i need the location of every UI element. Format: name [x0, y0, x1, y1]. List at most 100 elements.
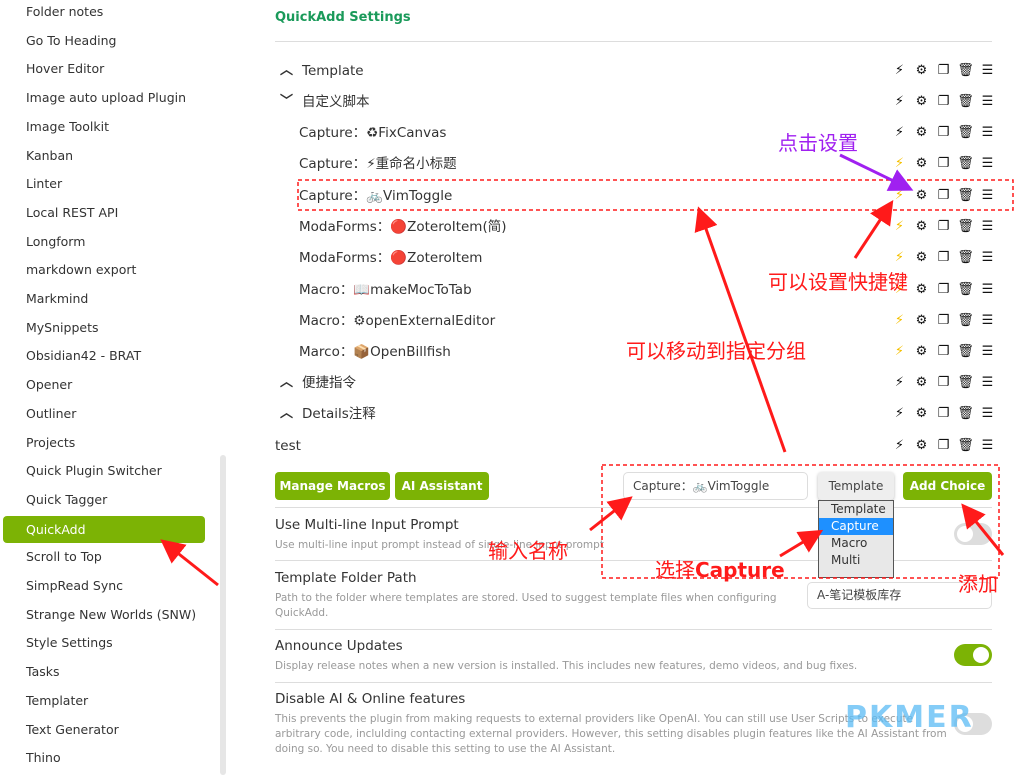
drag-handle-icon[interactable]: ☰	[979, 187, 996, 204]
duplicate-icon[interactable]: ❐	[935, 405, 952, 422]
gear-icon[interactable]: ⚙	[913, 62, 930, 79]
choice-row[interactable]: Capture：🚲VimToggle ⚡ ⚙ ❐ 🗑 ☰	[275, 184, 995, 208]
sidebar-item[interactable]: Thino	[26, 748, 61, 768]
choice-row[interactable]: Capture：♻FixCanvas ⚡ ⚙ ❐ 🗑 ☰	[275, 121, 995, 145]
option-macro[interactable]: Macro	[819, 535, 893, 552]
trash-icon[interactable]: 🗑	[957, 155, 974, 172]
choice-type-dropdown[interactable]: Template Capture Macro Multi	[818, 500, 894, 578]
duplicate-icon[interactable]: ❐	[935, 312, 952, 329]
sidebar-item[interactable]: Strange New Worlds (SNW)	[26, 605, 196, 625]
bolt-icon[interactable]: ⚡	[891, 374, 908, 391]
drag-handle-icon[interactable]: ☰	[979, 312, 996, 329]
sidebar-item[interactable]: SimpRead Sync	[26, 576, 123, 596]
duplicate-icon[interactable]: ❐	[935, 124, 952, 141]
drag-handle-icon[interactable]: ☰	[979, 405, 996, 422]
bolt-icon[interactable]: ⚡	[891, 312, 908, 329]
bolt-icon[interactable]: ⚡	[891, 93, 908, 110]
trash-icon[interactable]: 🗑	[957, 62, 974, 79]
sidebar-item[interactable]: Kanban	[26, 146, 73, 166]
trash-icon[interactable]: 🗑	[957, 343, 974, 360]
bolt-icon[interactable]: ⚡	[891, 187, 908, 204]
drag-handle-icon[interactable]: ☰	[979, 93, 996, 110]
chevron-up-icon[interactable]: ︿	[280, 59, 293, 83]
drag-handle-icon[interactable]: ☰	[979, 155, 996, 172]
sidebar-scrollbar[interactable]	[220, 455, 226, 775]
bolt-icon[interactable]: ⚡	[891, 155, 908, 172]
sidebar-item[interactable]: Image auto upload Plugin	[26, 88, 186, 108]
sidebar-item[interactable]: Longform	[26, 232, 85, 252]
duplicate-icon[interactable]: ❐	[935, 187, 952, 204]
duplicate-icon[interactable]: ❐	[935, 93, 952, 110]
sidebar-item[interactable]: Opener	[26, 375, 72, 395]
trash-icon[interactable]: 🗑	[957, 187, 974, 204]
trash-icon[interactable]: 🗑	[957, 249, 974, 266]
drag-handle-icon[interactable]: ☰	[979, 374, 996, 391]
drag-handle-icon[interactable]: ☰	[979, 218, 996, 235]
choice-type-select[interactable]: Template	[818, 472, 894, 500]
option-capture[interactable]: Capture	[819, 518, 893, 535]
duplicate-icon[interactable]: ❐	[935, 343, 952, 360]
choice-row[interactable]: Macro：⚙openExternalEditor ⚡ ⚙ ❐ 🗑 ☰	[275, 309, 995, 333]
gear-icon[interactable]: ⚙	[913, 405, 930, 422]
sidebar-item[interactable]: Outliner	[26, 404, 76, 424]
sidebar-item[interactable]: Go To Heading	[26, 31, 116, 51]
trash-icon[interactable]: 🗑	[957, 405, 974, 422]
drag-handle-icon[interactable]: ☰	[979, 62, 996, 79]
choice-name-input[interactable]: Capture：🚲VimToggle	[623, 472, 808, 500]
sidebar-item[interactable]: Local REST API	[26, 203, 118, 223]
choice-row[interactable]: ︿ Template ⚡ ⚙ ❐ 🗑 ☰	[275, 59, 995, 83]
option-multi[interactable]: Multi	[819, 552, 893, 569]
sidebar-item[interactable]: MySnippets	[26, 318, 99, 338]
drag-handle-icon[interactable]: ☰	[979, 124, 996, 141]
chevron-up-icon[interactable]: ︿	[280, 371, 293, 395]
sidebar-item[interactable]: Templater	[26, 691, 88, 711]
trash-icon[interactable]: 🗑	[957, 93, 974, 110]
sidebar-item[interactable]: Obsidian42 - BRAT	[26, 346, 141, 366]
bolt-icon[interactable]: ⚡	[891, 437, 908, 454]
duplicate-icon[interactable]: ❐	[935, 374, 952, 391]
trash-icon[interactable]: 🗑	[957, 374, 974, 391]
sidebar-item[interactable]: Image Toolkit	[26, 117, 109, 137]
gear-icon[interactable]: ⚙	[913, 343, 930, 360]
sidebar-item[interactable]: Linter	[26, 174, 62, 194]
gear-icon[interactable]: ⚙	[913, 124, 930, 141]
ai-assistant-button[interactable]: AI Assistant	[395, 472, 489, 500]
gear-icon[interactable]: ⚙	[913, 93, 930, 110]
bolt-icon[interactable]: ⚡	[891, 343, 908, 360]
duplicate-icon[interactable]: ❐	[935, 281, 952, 298]
sidebar-item[interactable]: Folder notes	[26, 2, 103, 22]
sidebar-item[interactable]: Text Generator	[26, 720, 119, 740]
sidebar-item[interactable]: Quick Tagger	[26, 490, 107, 510]
sidebar-item[interactable]: Projects	[26, 433, 75, 453]
choice-row[interactable]: test ⚡ ⚙ ❐ 🗑 ☰	[275, 434, 995, 458]
bolt-icon[interactable]: ⚡	[891, 405, 908, 422]
chevron-up-icon[interactable]: ︿	[280, 402, 293, 426]
gear-icon[interactable]: ⚙	[913, 437, 930, 454]
choice-row[interactable]: Capture：⚡重命名小标题 ⚡ ⚙ ❐ 🗑 ☰	[275, 152, 995, 176]
chevron-down-icon[interactable]: ﹀	[280, 90, 293, 114]
drag-handle-icon[interactable]: ☰	[979, 437, 996, 454]
add-choice-button[interactable]: Add Choice	[903, 472, 992, 500]
drag-handle-icon[interactable]: ☰	[979, 281, 996, 298]
gear-icon[interactable]: ⚙	[913, 312, 930, 329]
drag-handle-icon[interactable]: ☰	[979, 249, 996, 266]
trash-icon[interactable]: 🗑	[957, 124, 974, 141]
bolt-icon[interactable]: ⚡	[891, 124, 908, 141]
sidebar-item[interactable]: Markmind	[26, 289, 88, 309]
duplicate-icon[interactable]: ❐	[935, 218, 952, 235]
gear-icon[interactable]: ⚙	[913, 155, 930, 172]
choice-row[interactable]: ﹀ 自定义脚本 ⚡ ⚙ ❐ 🗑 ☰	[275, 90, 995, 114]
sidebar-item[interactable]: Quick Plugin Switcher	[26, 461, 162, 481]
gear-icon[interactable]: ⚙	[913, 187, 930, 204]
bolt-icon[interactable]: ⚡	[891, 62, 908, 79]
trash-icon[interactable]: 🗑	[957, 312, 974, 329]
duplicate-icon[interactable]: ❐	[935, 155, 952, 172]
bolt-icon[interactable]: ⚡	[891, 218, 908, 235]
sidebar-item[interactable]: Tasks	[26, 662, 60, 682]
gear-icon[interactable]: ⚙	[913, 218, 930, 235]
trash-icon[interactable]: 🗑	[957, 218, 974, 235]
sidebar-item[interactable]: QuickAdd	[3, 515, 205, 543]
choice-row[interactable]: ︿ 便捷指令 ⚡ ⚙ ❐ 🗑 ☰	[275, 371, 995, 395]
sidebar-item[interactable]: Style Settings	[26, 633, 113, 653]
sidebar-item[interactable]: Hover Editor	[26, 59, 104, 79]
